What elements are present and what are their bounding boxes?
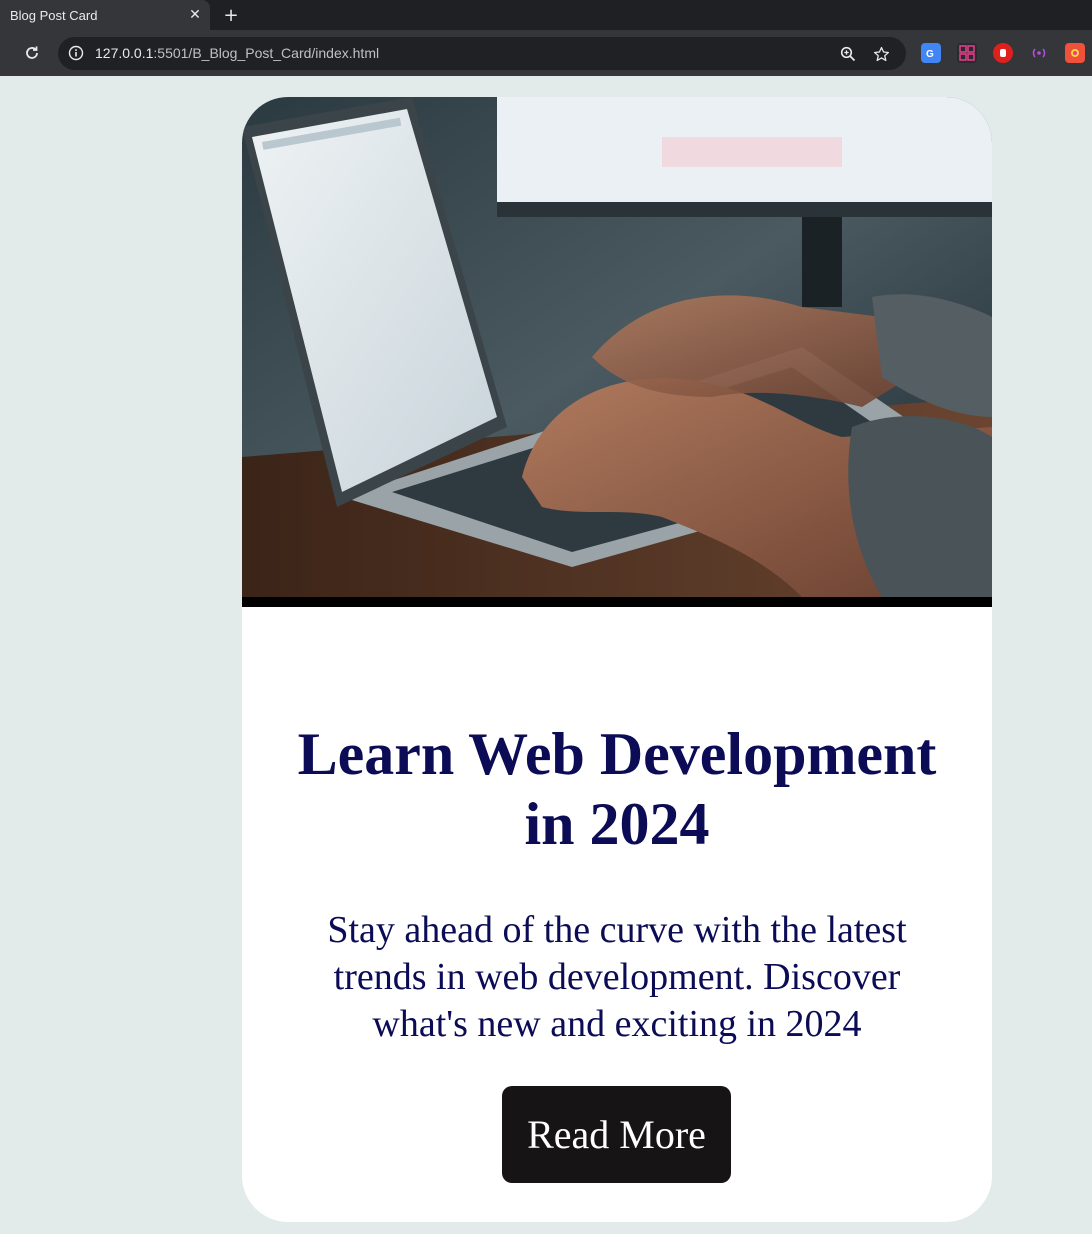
svg-text:G: G: [926, 49, 934, 60]
url-host: 127.0.0.1: [95, 45, 154, 61]
address-bar[interactable]: 127.0.0.1:5501/B_Blog_Post_Card/index.ht…: [58, 37, 906, 70]
reload-icon[interactable]: [20, 41, 44, 65]
post-description: Stay ahead of the curve with the latest …: [327, 909, 907, 1045]
hero-image: [242, 97, 992, 597]
bookmark-star-icon[interactable]: [870, 43, 892, 65]
site-info-icon[interactable]: [66, 43, 86, 63]
browser-tab[interactable]: Blog Post Card ✕: [0, 0, 210, 30]
zoom-icon[interactable]: [837, 43, 859, 65]
tab-title: Blog Post Card: [10, 7, 98, 23]
close-tab-icon[interactable]: ✕: [180, 7, 210, 23]
browser-toolbar: 127.0.0.1:5501/B_Blog_Post_Card/index.ht…: [0, 30, 1092, 76]
colorful-extension-icon[interactable]: [1065, 43, 1085, 63]
url-path: :5501/B_Blog_Post_Card/index.html: [153, 45, 380, 61]
translate-extension-icon[interactable]: G: [921, 43, 941, 63]
post-title: Learn Web Development in 2024: [297, 721, 937, 857]
new-tab-button[interactable]: +: [218, 2, 244, 28]
hand-extension-icon[interactable]: [993, 43, 1013, 63]
image-divider: [242, 597, 992, 607]
read-more-button[interactable]: Read More: [502, 1086, 731, 1183]
browser-tabstrip: Blog Post Card ✕ +: [0, 0, 1092, 30]
grid-extension-icon[interactable]: [957, 43, 977, 63]
blog-post-card: Learn Web Development in 2024 Stay ahead…: [242, 97, 992, 1222]
broadcast-extension-icon[interactable]: [1029, 43, 1049, 63]
url-text: 127.0.0.1:5501/B_Blog_Post_Card/index.ht…: [95, 45, 379, 61]
